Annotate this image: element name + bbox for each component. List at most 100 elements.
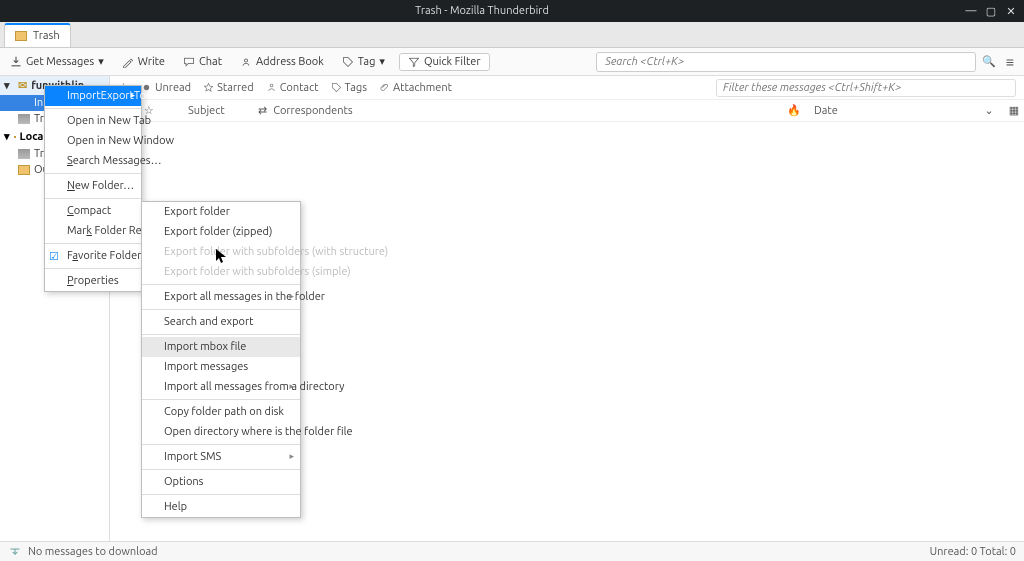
chevron-right-icon: ▸ [289,381,294,392]
status-text: No messages to download [28,546,158,558]
quick-filter-bar: Unread Starred Contact Tags Attachment [110,76,1024,100]
separator [142,309,300,310]
menu-compact[interactable]: Compact [45,201,141,221]
separator [142,399,300,400]
filter-messages-input[interactable] [716,79,1016,97]
write-label: Write [138,56,165,68]
separator [45,268,141,269]
menu-mark-read[interactable]: Mark Folder Read [45,221,141,241]
col-junk-icon[interactable]: 🔥 [774,104,814,117]
paperclip-icon [379,82,390,93]
checkbox-icon: ☑ [49,250,59,263]
menu-properties[interactable]: Properties [45,271,141,291]
separator [142,284,300,285]
main-toolbar: Get Messages ▾ Write Chat Address Book T… [0,48,1024,76]
separator [45,243,141,244]
address-book-icon [240,56,252,68]
tab-label: Trash [33,30,60,42]
tag-icon [331,82,342,93]
submenu-export-zipped[interactable]: Export folder (zipped) [142,222,300,242]
chevron-down-icon: ▾ [4,130,10,143]
trash-icon [18,114,30,124]
pencil-icon [122,56,134,68]
submenu-help[interactable]: Help [142,497,300,517]
chat-label: Chat [199,56,222,68]
tag-button[interactable]: Tag ▾ [338,53,389,70]
window-titlebar: Trash - Mozilla Thunderbird — ▢ ✕ [0,0,1024,22]
filter-starred[interactable]: Starred [203,82,254,94]
submenu-import-mbox[interactable]: Import mbox file [142,337,300,357]
write-button[interactable]: Write [118,54,169,70]
search-input[interactable] [596,52,976,72]
maximize-icon[interactable]: ▢ [984,5,998,18]
column-headers: ✦ ● ☆ Subject ⇄Correspondents 🔥 Date ⌄ ▦ [110,100,1024,122]
submenu-export-folder[interactable]: Export folder [142,202,300,222]
trash-icon [18,149,30,159]
submenu-open-dir[interactable]: Open directory where is the folder file [142,422,300,442]
separator [142,494,300,495]
submenu-import-dir[interactable]: Import all messages from a directory▸ [142,377,300,397]
hamburger-icon[interactable]: ≡ [1002,54,1018,70]
submenu-export-sub-simple: Export folder with subfolders (simple) [142,262,300,282]
menu-favorite-folder[interactable]: ☑Favorite Folder [45,246,141,266]
folder-icon [15,31,27,41]
col-correspondents[interactable]: ⇄Correspondents [250,104,774,117]
separator [142,444,300,445]
filter-attachment[interactable]: Attachment [379,82,452,94]
tab-trash[interactable]: Trash [4,23,71,47]
submenu-search-export[interactable]: Search and export [142,312,300,332]
separator [45,173,141,174]
filter-contact[interactable]: Contact [266,82,319,94]
inbox-icon [18,98,30,108]
close-icon[interactable]: ✕ [1004,5,1018,18]
submenu-export-sub-struct: Export folder with subfolders (with stru… [142,242,300,262]
get-messages-button[interactable]: Get Messages ▾ [6,53,108,70]
address-book-label: Address Book [256,56,324,68]
submenu-options[interactable]: Options [142,472,300,492]
outbox-icon [18,165,30,175]
tag-label: Tag [358,56,376,68]
tab-strip: Trash [0,22,1024,48]
minimize-icon[interactable]: — [964,5,978,17]
col-picker-icon[interactable]: ▦ [1004,104,1024,117]
col-subject[interactable]: Subject [180,105,250,117]
download-status-icon [8,546,22,558]
submenu-import-sms[interactable]: Import SMS▸ [142,447,300,467]
menu-search-messages[interactable]: Search Messages… [45,151,141,171]
quick-filter-button[interactable]: Quick Filter [399,53,490,71]
import-export-submenu: Export folder Export folder (zipped) Exp… [141,201,301,518]
submenu-import-messages[interactable]: Import messages [142,357,300,377]
separator [142,469,300,470]
window-title: Trash - Mozilla Thunderbird [0,5,964,17]
chevron-down-icon: ▾ [98,55,104,68]
status-bar: No messages to download Unread: 0 Total:… [0,541,1024,561]
quick-filter-label: Quick Filter [424,56,481,68]
address-book-button[interactable]: Address Book [236,54,328,70]
chevron-right-icon: ▸ [289,291,294,302]
menu-open-new-window[interactable]: Open in New Window [45,131,141,151]
separator [45,198,141,199]
chevron-down-icon: ▾ [379,55,385,68]
funnel-icon [408,56,420,68]
submenu-export-all[interactable]: Export all messages in the folder▸ [142,287,300,307]
menu-open-new-tab[interactable]: Open in New Tab [45,111,141,131]
status-counts: Unread: 0 Total: 0 [930,546,1016,558]
chat-button[interactable]: Chat [179,54,226,70]
chevron-right-icon: ▸ [130,90,135,101]
menu-new-folder[interactable]: New Folder… [45,176,141,196]
folder-icon [14,136,16,138]
col-date[interactable]: Date [814,105,974,117]
col-sort-caret[interactable]: ⌄ [974,104,1004,117]
star-icon [203,82,214,93]
person-icon [266,82,277,93]
folder-context-menu: ImportExportTools NG▸ Open in New Tab Op… [44,85,142,292]
download-icon [10,56,22,68]
submenu-copy-path[interactable]: Copy folder path on disk [142,402,300,422]
menu-import-export-tools[interactable]: ImportExportTools NG▸ [45,86,141,106]
search-icon[interactable]: 🔍 [982,55,996,68]
filter-tags[interactable]: Tags [331,82,367,94]
main-area: ▾ ✉ funwithlinux@mail.com Inbox Trash ▾ … [0,76,1024,541]
get-messages-label: Get Messages [26,56,94,68]
chat-icon [183,56,195,68]
tag-icon [342,56,354,68]
